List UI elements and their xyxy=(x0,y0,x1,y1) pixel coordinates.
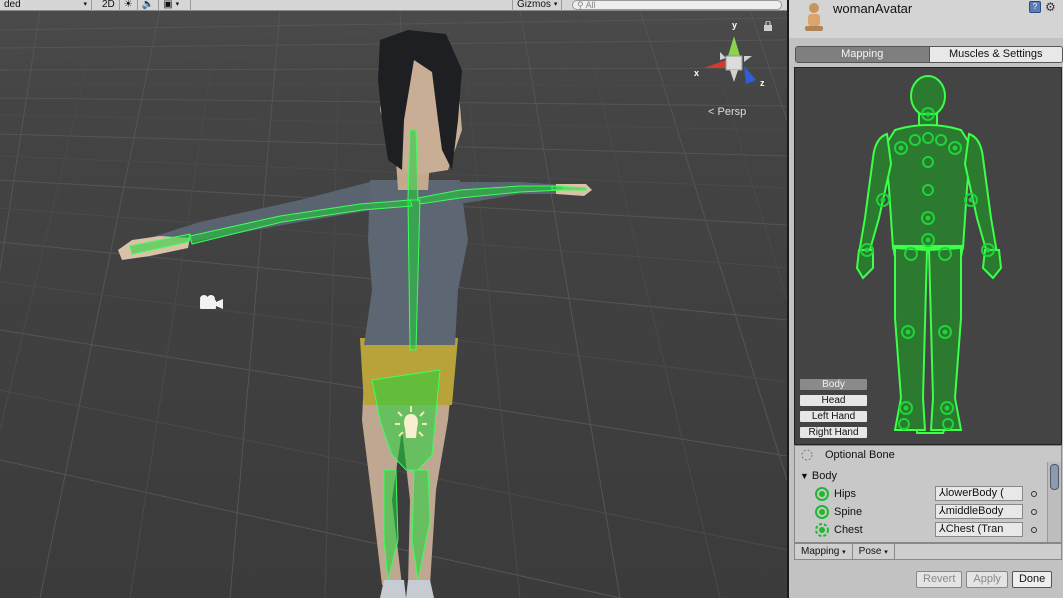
help-book-icon[interactable]: ? xyxy=(1029,1,1041,13)
bone-value-spine: middleBody xyxy=(945,505,1004,517)
dropdown-arrow-icon: ▾ xyxy=(842,549,846,556)
audio-toggle-button[interactable]: 🔈 xyxy=(138,0,160,11)
gizmos-label: Gizmos xyxy=(517,0,551,10)
effects-dropdown[interactable]: ▣ ▾ xyxy=(159,0,192,11)
shading-mode-dropdown[interactable]: ded ▾ xyxy=(0,0,92,11)
bone-field-hips[interactable]: ⅄lowerBody ( xyxy=(935,486,1023,501)
2d-toggle-label: 2D xyxy=(102,0,115,10)
inspector-actions: Revert Apply Done xyxy=(916,571,1053,588)
mapping-pose-toolbar: Mapping ▾ Pose ▾ xyxy=(794,543,1062,560)
bone-row-spine: Spine ⅄middleBody xyxy=(795,504,1047,520)
apply-button[interactable]: Apply xyxy=(966,571,1008,588)
lighting-toggle-button[interactable]: ☀ xyxy=(120,0,138,11)
avatar-icon xyxy=(805,3,823,31)
2d-toggle-button[interactable]: 2D xyxy=(98,0,120,11)
bone-label-chest: Chest xyxy=(834,524,863,536)
transform-icon: ⅄ xyxy=(939,523,946,535)
dropdown-arrow-icon: ▾ xyxy=(83,1,87,8)
light-gizmo-icon[interactable] xyxy=(394,404,428,446)
gizmo-neg-y-cone[interactable] xyxy=(730,70,738,82)
bone-mapping-list: Optional Bone ▼ Body Hips ⅄lowerBody (S… xyxy=(794,445,1062,543)
dropdown-arrow-icon: ▾ xyxy=(553,1,558,8)
body-part-head-button[interactable]: Head xyxy=(799,394,868,407)
unity-editor: ded ▾ 2D ☀ 🔈 ▣ ▾ Gizmos ▾ ⚲ All y x z < … xyxy=(0,0,1063,598)
gizmo-z-cone[interactable] xyxy=(744,66,756,84)
bone-list-scrollbar[interactable] xyxy=(1047,462,1061,542)
gear-icon[interactable]: ⚙ xyxy=(1045,0,1056,14)
search-icon: ⚲ xyxy=(577,0,584,10)
optional-bone-legend: Optional Bone xyxy=(795,447,1047,463)
object-picker-icon[interactable] xyxy=(1031,509,1037,515)
bone-status-icon xyxy=(815,505,829,519)
gizmos-dropdown[interactable]: Gizmos ▾ xyxy=(512,0,563,11)
gizmo-neg-x-cone[interactable] xyxy=(744,56,752,62)
bone-label-spine: Spine xyxy=(834,506,863,518)
bone-value-hips: lowerBody ( xyxy=(945,487,1004,499)
scene-view[interactable]: ded ▾ 2D ☀ 🔈 ▣ ▾ Gizmos ▾ ⚲ All y x z < … xyxy=(0,0,787,598)
bone-value-chest: Chest (Tran xyxy=(945,523,1004,535)
body-part-left-hand-button[interactable]: Left Hand xyxy=(799,410,868,423)
scene-search-input[interactable]: ⚲ All xyxy=(572,0,782,10)
inspector-header: womanAvatar ? ⚙ xyxy=(789,0,1063,38)
pose-dropdown[interactable]: Pose ▾ xyxy=(853,544,895,559)
bone-status-icon xyxy=(815,487,829,501)
body-mapping-view: Body Head Left Hand Right Hand xyxy=(794,67,1062,445)
search-placeholder: All xyxy=(585,0,596,10)
gizmo-x-cone[interactable] xyxy=(704,60,726,68)
scrollbar-thumb[interactable] xyxy=(1050,464,1059,490)
sun-icon: ☀ xyxy=(123,0,133,10)
gizmo-z-label: z xyxy=(760,78,765,88)
pose-dropdown-label: Pose xyxy=(858,546,882,557)
dropdown-arrow-icon: ▾ xyxy=(884,549,888,556)
scene-toolbar: ded ▾ 2D ☀ 🔈 ▣ ▾ Gizmos ▾ ⚲ All xyxy=(0,0,787,11)
object-picker-icon[interactable] xyxy=(1031,491,1037,497)
mapping-dropdown[interactable]: Mapping ▾ xyxy=(795,544,853,559)
projection-label: Persp xyxy=(717,106,747,118)
projection-toggle[interactable]: < Persp xyxy=(708,106,746,118)
gizmo-y-cone[interactable] xyxy=(728,36,740,56)
gizmo-y-label: y xyxy=(732,20,737,30)
bone-row-hips: Hips ⅄lowerBody ( xyxy=(795,486,1047,502)
optional-bone-label: Optional Bone xyxy=(825,449,895,461)
dropdown-arrow-icon: ▾ xyxy=(175,1,180,8)
body-part-right-hand-button[interactable]: Right Hand xyxy=(799,426,868,439)
done-button[interactable]: Done xyxy=(1011,571,1053,588)
persp-arrow-icon: < xyxy=(708,106,715,118)
mapping-dropdown-label: Mapping xyxy=(801,546,840,557)
avatar-name-label: womanAvatar xyxy=(833,1,913,16)
shading-mode-label: ded xyxy=(4,0,21,10)
dotted-circle-icon xyxy=(801,449,813,461)
revert-button[interactable]: Revert xyxy=(916,571,963,588)
body-group-foldout[interactable]: ▼ Body xyxy=(795,468,1047,484)
transform-icon: ⅄ xyxy=(939,505,946,517)
object-picker-icon[interactable] xyxy=(1031,527,1037,533)
image-icon: ▣ xyxy=(163,0,173,10)
bone-label-hips: Hips xyxy=(834,488,857,500)
character-model[interactable] xyxy=(0,0,787,598)
bone-field-chest[interactable]: ⅄Chest (Tran xyxy=(935,522,1023,537)
bone-row-chest: Chest ⅄Chest (Tran xyxy=(795,522,1047,538)
body-group-label: Body xyxy=(811,470,837,482)
transform-icon: ⅄ xyxy=(939,487,946,499)
bone-field-spine[interactable]: ⅄middleBody xyxy=(935,504,1023,519)
gizmo-neg-z-cone[interactable] xyxy=(720,52,726,60)
tab-mapping[interactable]: Mapping xyxy=(796,47,929,62)
gizmo-x-label: x xyxy=(694,68,699,78)
foldout-arrow-icon: ▼ xyxy=(800,471,809,481)
lock-icon[interactable] xyxy=(764,21,772,31)
tab-muscles-settings[interactable]: Muscles & Settings xyxy=(928,47,1062,62)
avatar-inspector: womanAvatar ? ⚙ Mapping Muscles & Settin… xyxy=(787,0,1063,598)
orientation-gizmo[interactable]: y x z xyxy=(690,16,770,96)
optional-bone-status-icon xyxy=(815,523,829,537)
speaker-icon: 🔈 xyxy=(141,0,155,10)
body-part-body-button[interactable]: Body xyxy=(799,378,868,391)
camera-gizmo-icon[interactable] xyxy=(196,294,224,312)
inspector-tabs: Mapping Muscles & Settings xyxy=(795,46,1063,63)
gizmo-center-cube[interactable] xyxy=(725,55,743,71)
